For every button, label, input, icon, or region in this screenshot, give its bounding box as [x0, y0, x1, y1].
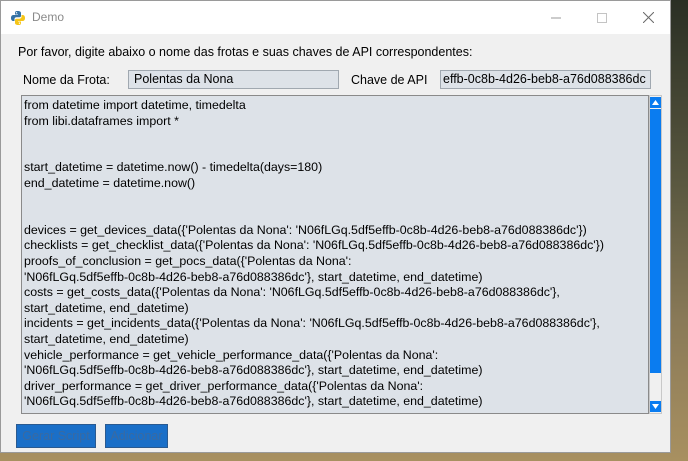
- code-line: 'N06fLGq.5df5effb-0c8b-4d26-beb8-a76d088…: [24, 363, 483, 378]
- vertical-scrollbar[interactable]: [649, 95, 662, 414]
- code-line: proofs_of_conclusion = get_pocs_data({'P…: [24, 253, 352, 268]
- title-bar[interactable]: Demo: [1, 1, 670, 34]
- code-line: incidents = get_incidents_data({'Polenta…: [24, 316, 600, 331]
- maximize-icon: [597, 12, 607, 23]
- script-textarea[interactable]: from datetime import datetime, timedelta…: [21, 95, 649, 414]
- code-line: from libi.dataframes import *: [24, 113, 179, 128]
- code-line: 'N06fLGq.5df5effb-0c8b-4d26-beb8-a76d088…: [24, 394, 483, 409]
- minimize-icon: [551, 17, 561, 18]
- code-line: start_datetime, end_datetime): [24, 300, 189, 315]
- code-line: devices = get_devices_data({'Polentas da…: [24, 222, 587, 237]
- close-icon: [642, 12, 654, 23]
- code-line: from datetime import datetime, timedelta: [24, 98, 246, 112]
- scrollbar-thumb[interactable]: [650, 109, 661, 373]
- scroll-up-button[interactable]: [650, 97, 661, 108]
- minimize-button[interactable]: [533, 1, 579, 34]
- close-button[interactable]: [625, 1, 670, 34]
- instruction-text: Por favor, digite abaixo o nome das frot…: [18, 45, 473, 59]
- code-line: start_datetime, end_datetime): [24, 331, 189, 346]
- triangle-up-icon: [652, 100, 659, 105]
- triangle-down-icon: [652, 404, 659, 409]
- python-icon: [10, 10, 26, 26]
- api-key-label: Chave de API: [351, 73, 428, 87]
- add-button[interactable]: Adicionar: [105, 424, 168, 448]
- code-line: driver_performance = get_driver_performa…: [24, 378, 424, 393]
- fleet-name-label: Nome da Frota:: [23, 73, 110, 87]
- script-content: from datetime import datetime, timedelta…: [24, 98, 634, 410]
- generate-script-button[interactable]: Gerar Script: [16, 424, 96, 448]
- window-title: Demo: [32, 10, 65, 24]
- code-line: 'N06fLGq.5df5effb-0c8b-4d26-beb8-a76d088…: [24, 269, 483, 284]
- code-line: checklists = get_checklist_data({'Polent…: [24, 238, 604, 253]
- code-line: end_datetime = datetime.now(): [24, 175, 196, 190]
- code-line: start_datetime = datetime.now() - timede…: [24, 160, 323, 175]
- scroll-down-button[interactable]: [650, 401, 661, 412]
- maximize-button[interactable]: [579, 1, 625, 34]
- api-key-input[interactable]: effb-0c8b-4d26-beb8-a76d088386dc: [440, 70, 651, 89]
- app-window: Demo Por favor, digite abaixo o nome das…: [0, 0, 671, 453]
- code-line: vehicle_performance = get_vehicle_perfor…: [24, 347, 439, 362]
- fleet-name-input[interactable]: Polentas da Nona: [128, 70, 339, 89]
- code-line: costs = get_costs_data({'Polentas da Non…: [24, 285, 560, 300]
